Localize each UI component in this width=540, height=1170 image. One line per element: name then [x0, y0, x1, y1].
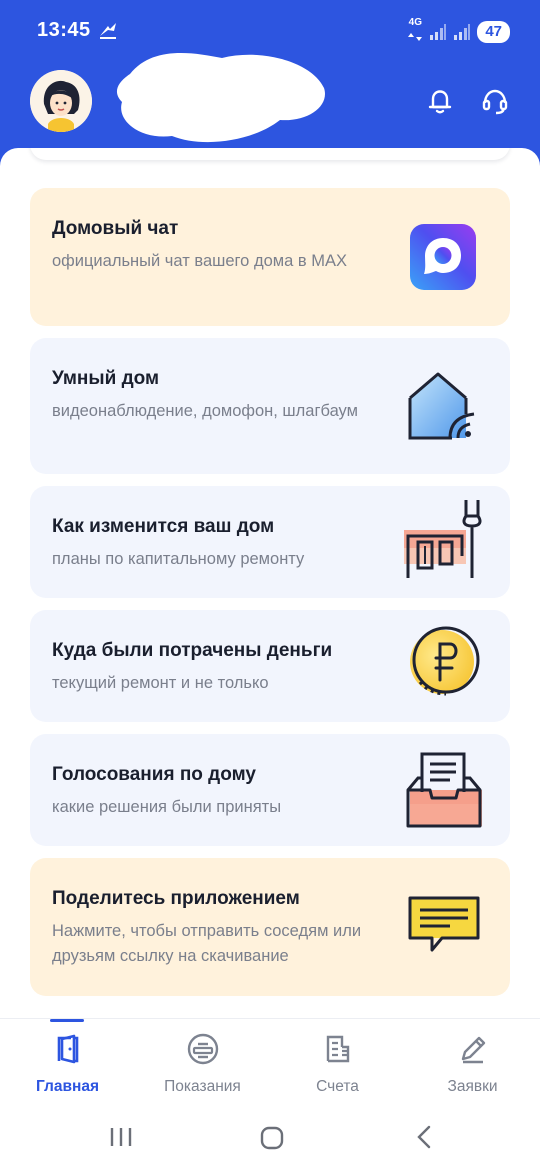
nav-label: Счета: [316, 1078, 359, 1095]
renovation-icon: [404, 500, 482, 578]
network-indicator: 4G: [407, 18, 423, 46]
card-subtitle: официальный чат вашего дома в MAX: [52, 252, 347, 270]
card-title: Голосования по дому: [52, 764, 256, 785]
card-subtitle: какие решения были приняты: [52, 798, 282, 816]
battery-badge: 47: [477, 21, 510, 43]
nav-item-requests[interactable]: Заявки: [405, 1019, 540, 1109]
headset-icon[interactable]: [480, 86, 510, 116]
redacted-user-name: [116, 52, 325, 143]
nav-label: Главная: [35, 1078, 100, 1095]
signal-icon: [430, 24, 447, 40]
card-subtitle: Нажмите, чтобы отправить соседям или дру…: [52, 922, 362, 965]
door-icon: [57, 1034, 79, 1064]
card-subtitle: планы по капитальному ремонту: [52, 550, 305, 568]
nav-label: Показания: [164, 1078, 241, 1095]
signal-icon-2: [454, 24, 471, 40]
avatar-illustration-icon: [30, 70, 92, 132]
card-title: Поделитесь приложением: [52, 888, 300, 909]
card-title: Умный дом: [52, 368, 160, 389]
nav-item-readings[interactable]: Показания: [135, 1019, 270, 1109]
system-navigation-bar: [0, 1108, 540, 1170]
pencil-icon: [461, 1036, 486, 1064]
card-title: Домовый чат: [52, 218, 179, 239]
nav-item-bills[interactable]: Счета: [270, 1019, 405, 1109]
card-house-renovation[interactable]: Как изменится ваш дом планы по капитальн…: [30, 486, 510, 598]
home-button-icon[interactable]: [258, 1124, 286, 1152]
card-subtitle: текущий ремонт и не только: [52, 674, 269, 692]
nav-item-home[interactable]: Главная: [0, 1019, 135, 1109]
card-title: Как изменится ваш дом: [52, 516, 275, 537]
card-subtitle: видеонаблюдение, домофон, шлагбаум: [52, 402, 358, 420]
receipt-icon: [326, 1035, 350, 1063]
main-content: Домовый чат официальный чат вашего дома …: [0, 148, 540, 1020]
card-share-app[interactable]: Поделитесь приложением Нажмите, чтобы от…: [30, 858, 510, 996]
nav-label: Заявки: [447, 1078, 498, 1095]
data-arrows-icon: [408, 33, 423, 41]
previous-card-peek: [30, 148, 510, 160]
network-label: 4G: [408, 17, 422, 28]
meter-icon: [187, 1033, 219, 1065]
card-house-chat[interactable]: Домовый чат официальный чат вашего дома …: [30, 188, 510, 326]
back-icon[interactable]: [412, 1124, 438, 1150]
active-indicator: [50, 1019, 84, 1022]
card-smart-home[interactable]: Умный дом видеонаблюдение, домофон, шлаг…: [30, 338, 510, 474]
bell-icon[interactable]: [425, 86, 455, 116]
ruble-coin-icon: [410, 626, 480, 696]
user-avatar[interactable]: [30, 70, 92, 132]
card-voting[interactable]: Голосования по дому какие решения были п…: [30, 734, 510, 846]
ballot-box-icon: [406, 752, 482, 828]
status-time: 13:45: [37, 19, 91, 41]
message-bubble-icon: [408, 896, 480, 952]
card-title: Куда были потрачены деньги: [52, 640, 333, 661]
recent-apps-icon[interactable]: [108, 1124, 134, 1150]
max-messenger-icon: [410, 224, 476, 290]
bottom-navigation: Главная Показания Счета Заявки: [0, 1018, 540, 1108]
smart-home-icon: [408, 372, 475, 440]
app-notification-icon: [100, 23, 116, 39]
card-spending[interactable]: Куда были потрачены деньги текущий ремон…: [30, 610, 510, 722]
